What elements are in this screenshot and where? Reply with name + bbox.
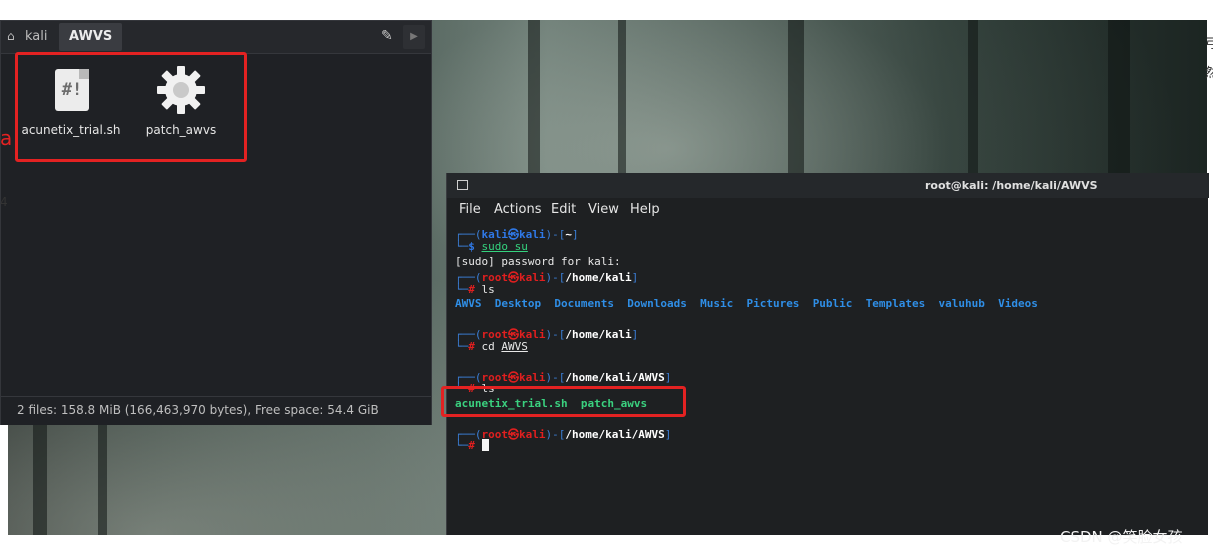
- menu-help[interactable]: Help: [630, 202, 660, 217]
- clipped-text-fragment: 然: [1205, 66, 1213, 81]
- path-forward-button[interactable]: ▶: [403, 25, 425, 49]
- edit-location-icon[interactable]: ✎: [381, 29, 393, 43]
- menu-actions[interactable]: Actions: [494, 202, 542, 217]
- menu-bar: File Actions Edit View Help: [447, 198, 1209, 222]
- breadcrumb-home[interactable]: kali: [25, 27, 48, 47]
- menu-file[interactable]: File: [459, 202, 481, 217]
- home-icon[interactable]: ⌂: [7, 30, 19, 42]
- highlight-box-files: [15, 52, 247, 162]
- command-line: └─# cd AWVS: [455, 340, 528, 353]
- menu-view[interactable]: View: [588, 202, 619, 217]
- status-text: 2 files: 158.8 MiB (166,463,970 bytes), …: [17, 403, 379, 417]
- status-bar: 2 files: 158.8 MiB (166,463,970 bytes), …: [1, 396, 431, 425]
- command-line[interactable]: └─#: [455, 439, 489, 452]
- terminal-cursor: [481, 439, 489, 451]
- ls-output: AWVS Desktop Documents Downloads Music P…: [455, 297, 1038, 310]
- clipped-text-fragment: a: [0, 126, 13, 150]
- breadcrumb-current[interactable]: AWVS: [59, 23, 123, 51]
- terminal-icon: [457, 180, 468, 190]
- command-line: └─# ls: [455, 283, 495, 296]
- window-title: root@kali: /home/kali/AWVS: [925, 179, 1098, 192]
- menu-edit[interactable]: Edit: [551, 202, 576, 217]
- sudo-prompt: [sudo] password for kali:: [455, 255, 621, 268]
- clipped-text-fragment: 4: [0, 195, 8, 209]
- terminal-titlebar: root@kali: /home/kali/AWVS: [447, 173, 1209, 198]
- highlight-box-ls-output: [441, 386, 686, 417]
- watermark: CSDN @笑脸女孩: [1060, 528, 1183, 546]
- clipped-text-fragment: 弓: [1205, 37, 1213, 52]
- command-line: └─$ sudo su: [455, 240, 528, 253]
- terminal-window: root@kali: /home/kali/AWVS File Actions …: [446, 173, 1209, 535]
- path-bar: ⌂ kali AWVS ✎ ▶: [1, 21, 431, 54]
